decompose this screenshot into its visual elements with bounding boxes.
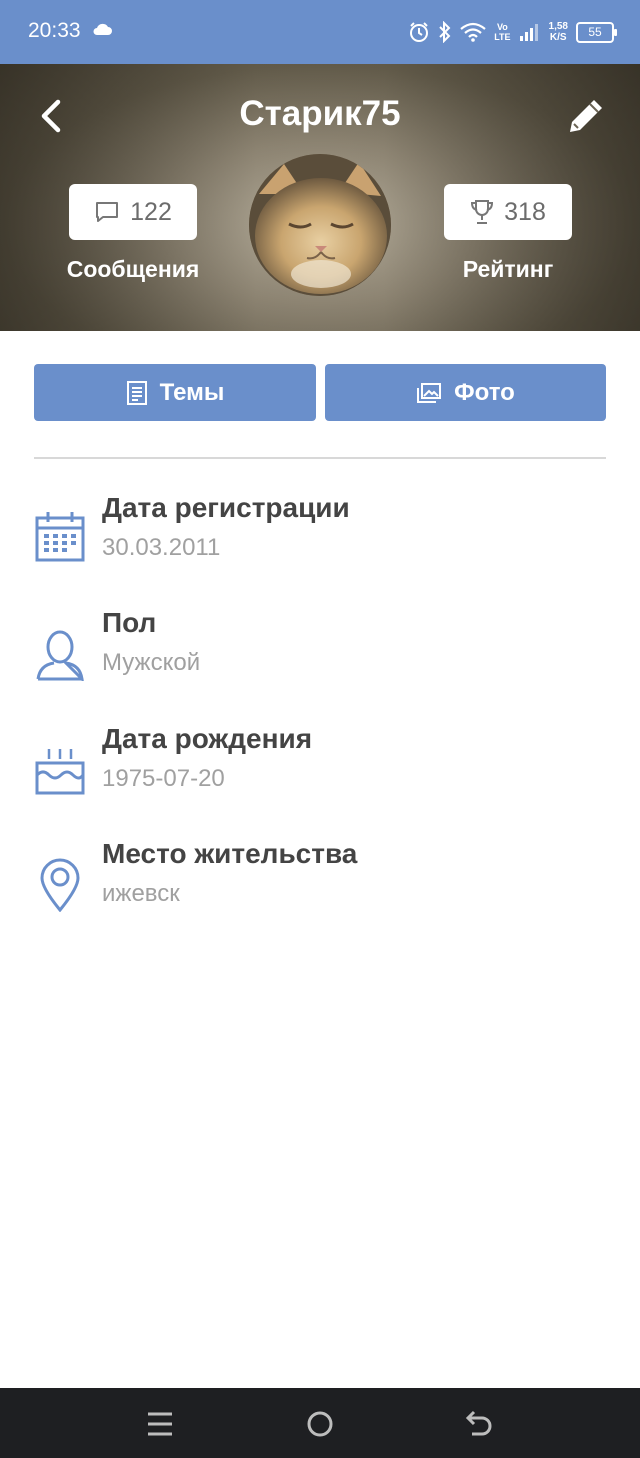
- photos-label: Фото: [454, 378, 515, 406]
- cat-photo: [249, 154, 391, 296]
- topics-label: Темы: [159, 378, 225, 406]
- calendar-icon: [35, 512, 85, 562]
- info-title: Место жительства: [102, 838, 358, 869]
- profile-username: Старик75: [239, 94, 401, 133]
- photo-gallery-icon: [417, 382, 442, 403]
- info-value: ижевск: [102, 880, 180, 907]
- bluetooth-icon: [439, 21, 451, 43]
- info-residence: Место жительства ижевск: [34, 838, 606, 938]
- messages-label: Сообщения: [66, 256, 200, 282]
- back-arrow-icon[interactable]: [34, 96, 66, 136]
- network-type: Vo LTE: [494, 22, 511, 42]
- messages-count: 122: [130, 197, 172, 226]
- messages-count-button[interactable]: 122: [69, 184, 197, 240]
- cloud-icon: [93, 23, 112, 35]
- menu-icon[interactable]: [144, 1408, 176, 1440]
- profile-header: Старик75 122 Сообщения 318 Рейтинг: [0, 64, 640, 331]
- alarm-icon: [410, 22, 429, 42]
- info-registration-date: Дата регистрации 30.03.2011: [34, 492, 606, 592]
- back-icon[interactable]: [464, 1408, 496, 1440]
- battery-indicator: 55: [576, 21, 617, 43]
- avatar: [249, 154, 391, 296]
- message-bubble-icon: [96, 202, 119, 222]
- trophy-icon: [471, 200, 494, 224]
- status-bar: 20:33 Vo LTE 1,58 K/S 55: [0, 0, 640, 64]
- photos-button[interactable]: Фото: [325, 364, 606, 421]
- info-value: 1975-07-20: [102, 765, 225, 792]
- rating-count: 318: [504, 197, 546, 226]
- info-value: Мужской: [102, 649, 201, 676]
- info-birth-date: Дата рождения 1975-07-20: [34, 723, 606, 823]
- person-icon: [36, 630, 84, 681]
- info-title: Дата регистрации: [102, 492, 350, 523]
- rating-label: Рейтинг: [462, 256, 554, 282]
- info-gender: Пол Мужской: [34, 607, 606, 707]
- rating-count-button[interactable]: 318: [444, 184, 572, 240]
- system-nav-bar: [0, 1388, 640, 1458]
- edit-pencil-icon[interactable]: [564, 94, 608, 138]
- location-pin-icon: [40, 858, 80, 912]
- divider: [34, 457, 606, 459]
- network-speed: 1,58 K/S: [548, 21, 568, 43]
- info-title: Дата рождения: [102, 723, 313, 754]
- info-title: Пол: [102, 607, 157, 638]
- home-circle-icon[interactable]: [304, 1408, 336, 1440]
- birthday-cake-icon: [35, 749, 85, 795]
- document-icon: [126, 380, 147, 405]
- topics-button[interactable]: Темы: [34, 364, 316, 421]
- wifi-icon: [460, 22, 486, 42]
- status-time: 20:33: [28, 19, 81, 42]
- signal-icon: [519, 24, 538, 41]
- info-value: 30.03.2011: [102, 534, 221, 561]
